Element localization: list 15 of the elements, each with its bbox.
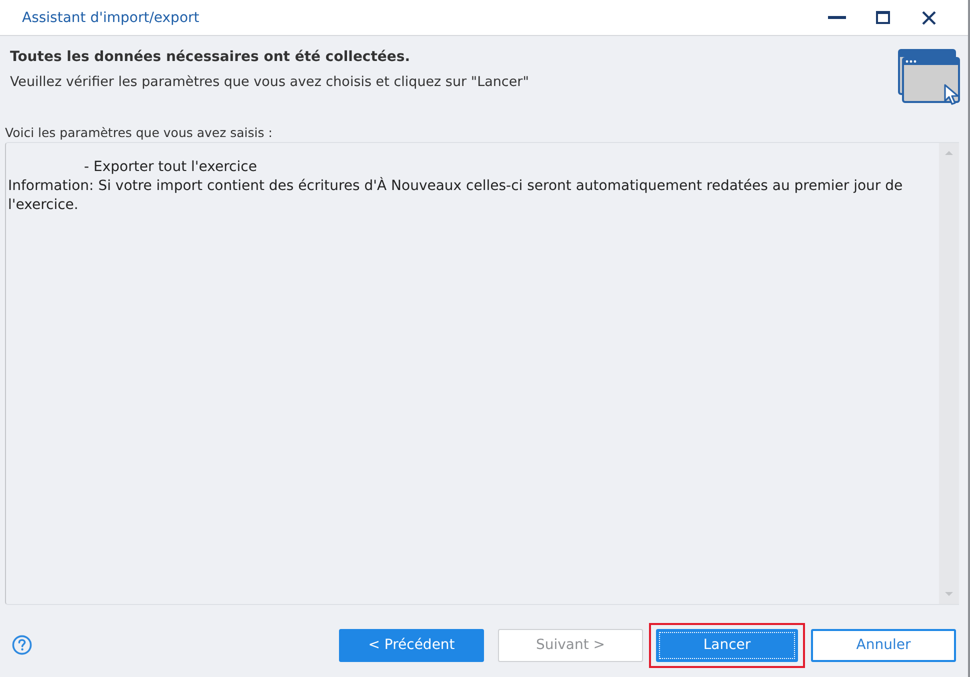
window-title: Assistant d'import/export bbox=[22, 10, 200, 26]
summary-text-area[interactable]: - Exporter tout l'exercice Information: Si votre import contient des écritures d'À Nouveaux celles-ci seront automatiquement redatées au premier jour de l'exercice. bbox=[5, 142, 959, 605]
step-instructions: Veuillez vérifier les paramètres que vous avez choisis et cliquez sur "Lancer" bbox=[10, 73, 530, 91]
summary-label: Voici les paramètres que vous avez saisis : bbox=[4, 124, 274, 142]
back-button[interactable]: < Précédent bbox=[339, 628, 484, 662]
maximize-icon bbox=[876, 11, 890, 24]
summary-item: - Exporter tout l'exercice bbox=[83, 158, 258, 177]
help-icon[interactable] bbox=[12, 635, 32, 655]
cancel-button[interactable]: Annuler bbox=[811, 628, 956, 662]
launch-button[interactable]: Lancer bbox=[656, 628, 798, 662]
minimize-icon bbox=[828, 16, 846, 19]
close-icon bbox=[922, 10, 936, 24]
step-heading: Toutes les données nécessaires ont été collectées. bbox=[10, 48, 412, 67]
wizard-window-icon bbox=[898, 48, 962, 106]
summary-info-text: Information: Si votre import contient des écritures d'À Nouveaux celles-ci seront automatiquement redatées au premier jour de l'exercice. bbox=[8, 177, 904, 215]
